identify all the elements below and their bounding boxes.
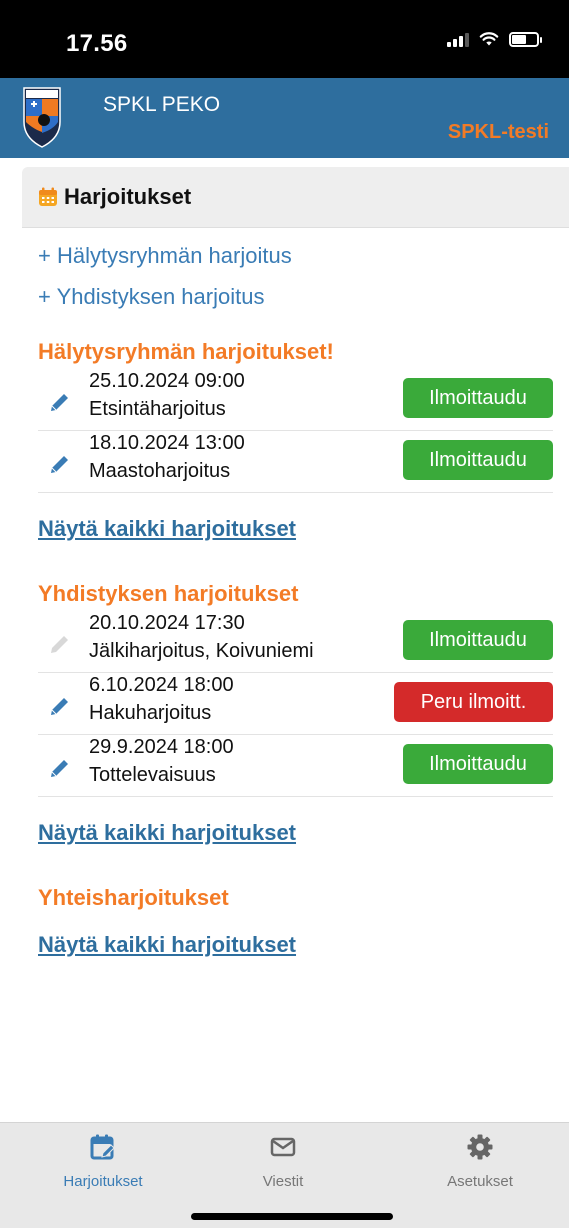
- edit-pencil-icon[interactable]: [48, 694, 72, 718]
- exercise-row: 20.10.2024 17:30 Jälkiharjoitus, Koivuni…: [38, 611, 553, 673]
- register-button[interactable]: Ilmoittaudu: [403, 744, 553, 784]
- tab-label: Viestit: [262, 1173, 304, 1190]
- tab-asetukset[interactable]: Asetukset: [405, 1133, 555, 1190]
- wifi-icon: [479, 32, 499, 46]
- register-button[interactable]: Ilmoittaudu: [403, 620, 553, 660]
- cellular-signal-icon: [447, 31, 469, 47]
- tab-label: Harjoitukset: [63, 1173, 143, 1190]
- exercise-date: 6.10.2024 18:00: [89, 674, 234, 696]
- exercise-row: 18.10.2024 13:00 Maastoharjoitus Ilmoitt…: [38, 431, 553, 493]
- main-content: + Hälytysryhmän harjoitus + Yhdistyksen …: [38, 228, 553, 962]
- exercise-name: Jälkiharjoitus, Koivuniemi: [89, 640, 314, 662]
- page-title: Harjoitukset: [64, 184, 192, 209]
- add-alarm-group-exercise-link[interactable]: + Hälytysryhmän harjoitus: [38, 235, 553, 276]
- register-button[interactable]: Ilmoittaudu: [403, 378, 553, 418]
- exercise-name: Hakuharjoitus: [89, 702, 212, 724]
- calendar-icon: [39, 187, 57, 206]
- exercise-row: 25.10.2024 09:00 Etsintäharjoitus Ilmoit…: [38, 369, 553, 431]
- exercise-name: Etsintäharjoitus: [89, 398, 226, 420]
- tab-harjoitukset[interactable]: Harjoitukset: [28, 1133, 178, 1190]
- exercise-name: Tottelevaisuus: [89, 764, 216, 786]
- envelope-icon: [270, 1137, 296, 1157]
- edit-pencil-disabled-icon: [51, 636, 68, 653]
- exercise-name: Maastoharjoitus: [89, 460, 231, 482]
- page-header: Harjoitukset: [22, 167, 569, 228]
- edit-pencil-icon[interactable]: [48, 452, 72, 476]
- register-button[interactable]: Ilmoittaudu: [403, 440, 553, 480]
- show-all-exercises-link[interactable]: Näytä kaikki harjoitukset: [38, 928, 553, 962]
- gear-icon: [467, 1134, 493, 1160]
- environment-label: SPKL-testi: [447, 121, 549, 143]
- calendar-edit-icon: [90, 1134, 115, 1160]
- spkl-logo: [23, 87, 61, 148]
- edit-pencil-icon[interactable]: [48, 390, 72, 414]
- status-bar: 17.56: [0, 0, 569, 78]
- section-title-joint: Yhteisharjoitukset: [38, 885, 229, 910]
- exercise-row: 29.9.2024 18:00 Tottelevaisuus Ilmoittau…: [38, 735, 553, 797]
- show-all-exercises-link[interactable]: Näytä kaikki harjoitukset: [38, 512, 553, 546]
- app-name: SPKL PEKO: [103, 93, 221, 116]
- show-all-exercises-link[interactable]: Näytä kaikki harjoitukset: [38, 816, 553, 850]
- add-association-exercise-link[interactable]: + Yhdistyksen harjoitus: [38, 276, 553, 317]
- exercise-date: 29.9.2024 18:00: [89, 736, 234, 758]
- status-time: 17.56: [66, 30, 128, 57]
- edit-pencil-icon[interactable]: [48, 756, 72, 780]
- battery-icon: [509, 31, 542, 47]
- exercise-date: 18.10.2024 13:00: [89, 432, 245, 454]
- status-icons: [447, 31, 542, 47]
- exercise-date: 25.10.2024 09:00: [89, 370, 245, 392]
- exercise-date: 20.10.2024 17:30: [89, 612, 245, 634]
- home-indicator: [191, 1213, 393, 1220]
- section-title-association: Yhdistyksen harjoitukset: [38, 581, 299, 606]
- app-header: SPKL PEKO SPKL-testi: [0, 78, 569, 158]
- tab-viestit[interactable]: Viestit: [208, 1133, 358, 1190]
- exercise-row: 6.10.2024 18:00 Hakuharjoitus Peru ilmoi…: [38, 673, 553, 735]
- cancel-registration-button[interactable]: Peru ilmoitt.: [394, 682, 553, 722]
- tab-label: Asetukset: [447, 1173, 513, 1190]
- section-title-alarm-group: Hälytysryhmän harjoitukset!: [38, 339, 334, 364]
